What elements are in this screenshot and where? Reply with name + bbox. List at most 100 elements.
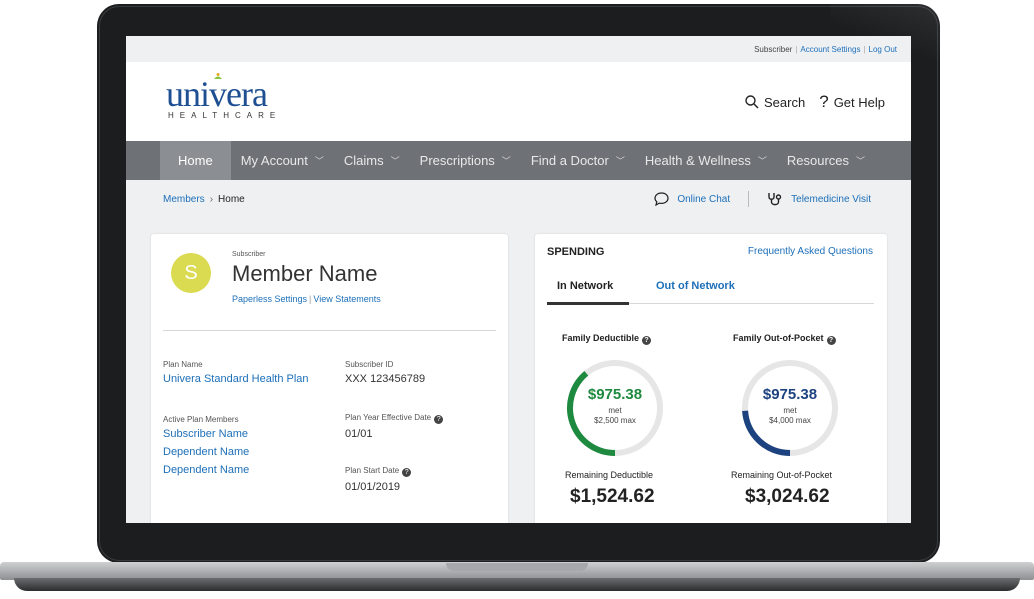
search-button[interactable]: Search <box>745 95 805 110</box>
logo-wordmark: univera <box>166 74 268 114</box>
active-members-label: Active Plan Members <box>163 415 239 424</box>
paperless-settings-link[interactable]: Paperless Settings <box>232 294 307 304</box>
help-icon[interactable]: ? <box>402 468 412 477</box>
start-date-label: Plan Start Date? <box>345 466 412 477</box>
divider <box>748 191 750 207</box>
logo-figure-icon <box>214 73 222 79</box>
oop-met-amount: $975.38 <box>762 386 818 403</box>
chevron-down-icon: ﹀ <box>615 156 625 166</box>
effective-date-value: 01/01 <box>345 428 373 440</box>
breadcrumb-current: Home <box>218 194 245 205</box>
member-card: S Subscriber Member Name Paperless Setti… <box>151 234 508 523</box>
chat-bubble-icon <box>654 192 669 206</box>
nav-resources-label: Resources <box>786 153 850 168</box>
chevron-down-icon: ﹀ <box>757 156 767 166</box>
nav-claims-label: Claims <box>343 153 384 168</box>
nav-home-label: Home <box>178 153 213 168</box>
member-role: Subscriber <box>232 251 266 258</box>
subscriber-id-value: XXX 123456789 <box>345 373 426 385</box>
spending-card: SPENDING Frequently Asked Questions In N… <box>535 234 887 523</box>
remaining-deductible-label: Remaining Deductible <box>565 470 654 480</box>
search-icon <box>745 95 759 109</box>
telemedicine-visit-label: Telemedicine Visit <box>791 193 871 205</box>
effective-date-label: Plan Year Effective Date? <box>345 413 444 424</box>
breadcrumb-members-link[interactable]: Members <box>163 194 205 205</box>
member-links: Paperless Settings | View Statements <box>232 294 381 304</box>
member-link-subscriber[interactable]: Subscriber Name <box>163 428 248 440</box>
plan-name-label: Plan Name <box>163 360 203 369</box>
telemedicine-visit-button[interactable]: Telemedicine Visit <box>767 192 871 207</box>
logo-subtitle: HEALTHCARE <box>168 111 282 120</box>
nav-find-a-doctor-label: Find a Doctor <box>530 153 609 168</box>
chevron-down-icon: ﹀ <box>856 156 866 166</box>
remaining-oop-label: Remaining Out-of-Pocket <box>731 470 833 480</box>
chevron-down-icon: ﹀ <box>314 156 324 166</box>
card-divider <box>163 330 496 331</box>
nav-health-wellness[interactable]: Health & Wellness ﹀ <box>635 141 777 180</box>
chevron-down-icon: ﹀ <box>390 156 400 166</box>
family-deductible-label-text: Family Deductible <box>562 333 640 343</box>
chevron-right-icon: › <box>209 194 214 205</box>
help-icon[interactable]: ? <box>642 336 652 345</box>
laptop-opening-notch <box>446 563 588 571</box>
question-icon: ? <box>819 92 829 111</box>
nav-claims[interactable]: Claims ﹀ <box>334 141 410 180</box>
nav-prescriptions-label: Prescriptions <box>419 153 495 168</box>
deductible-met-amount: $975.38 <box>587 386 643 403</box>
nav-prescriptions[interactable]: Prescriptions ﹀ <box>410 141 521 180</box>
plan-name-link[interactable]: Univera Standard Health Plan <box>163 373 309 385</box>
get-help-button[interactable]: ? Get Help <box>819 92 885 112</box>
online-chat-label: Online Chat <box>677 193 731 205</box>
stethoscope-icon <box>768 192 782 205</box>
deductible-met-word: met <box>608 406 622 415</box>
online-chat-button[interactable]: Online Chat <box>654 192 730 206</box>
nav-find-a-doctor[interactable]: Find a Doctor ﹀ <box>521 141 635 180</box>
main-nav: Home My Account ﹀ Claims ﹀ Prescriptions ﹀ … <box>126 141 911 180</box>
remaining-deductible-value: $1,524.62 <box>570 486 655 507</box>
nav-home[interactable]: Home <box>160 141 231 180</box>
tab-in-network[interactable]: In Network <box>557 280 613 304</box>
help-icon[interactable]: ? <box>826 336 836 345</box>
breadcrumb: Members › Home <box>163 194 245 205</box>
member-link-dependent[interactable]: Dependent Name <box>163 446 249 458</box>
logout-link[interactable]: Log Out <box>869 45 897 54</box>
search-label: Search <box>764 94 806 110</box>
tab-out-of-network[interactable]: Out of Network <box>656 280 735 304</box>
role-label: Subscriber <box>754 45 793 54</box>
spending-title: SPENDING <box>547 246 605 258</box>
subscriber-id-label: Subscriber ID <box>345 360 394 369</box>
help-icon[interactable]: ? <box>434 415 444 424</box>
univera-logo[interactable]: univera HEALTHCARE <box>166 73 282 120</box>
oop-max: $4,000 max <box>769 416 811 425</box>
nav-resources[interactable]: Resources ﹀ <box>777 141 875 180</box>
oop-met-word: met <box>783 406 797 415</box>
chevron-down-icon: ﹀ <box>501 156 511 166</box>
effective-date-label-text: Plan Year Effective Date <box>345 413 432 422</box>
nav-health-wellness-label: Health & Wellness <box>644 153 751 168</box>
sub-bar: Members › Home Online Chat Telemedicine Vi… <box>126 180 911 220</box>
start-date-value: 01/01/2019 <box>345 481 401 493</box>
nav-my-account-label: My Account <box>240 153 308 168</box>
avatar: S <box>171 253 211 293</box>
view-statements-link[interactable]: View Statements <box>313 294 380 304</box>
browser-screen: Subscriber | Account Settings | Log Out univ… <box>126 36 911 523</box>
start-date-label-text: Plan Start Date <box>345 466 400 475</box>
faq-link[interactable]: Frequently Asked Questions <box>748 246 873 257</box>
nav-my-account[interactable]: My Account ﹀ <box>231 141 334 180</box>
utility-bar: Subscriber | Account Settings | Log Out <box>126 36 911 62</box>
laptop-base-underside <box>14 578 1020 591</box>
account-settings-link[interactable]: Account Settings <box>800 45 860 54</box>
family-oop-label: Family Out-of-Pocket? <box>733 333 836 345</box>
family-deductible-label: Family Deductible? <box>562 333 652 345</box>
deductible-max: $2,500 max <box>594 416 636 425</box>
get-help-label: Get Help <box>833 94 885 110</box>
member-link-dependent[interactable]: Dependent Name <box>163 464 249 476</box>
network-tabs: In Network Out of Network <box>547 280 874 305</box>
site-header: univera HEALTHCARE Search ? Get Help <box>126 62 911 141</box>
family-oop-label-text: Family Out-of-Pocket <box>733 333 824 343</box>
member-name: Member Name <box>232 261 378 286</box>
deductible-gauge: $975.38 met $2,500 max <box>563 356 667 460</box>
active-tab-indicator <box>547 302 629 305</box>
remaining-oop-value: $3,024.62 <box>745 486 830 507</box>
oop-gauge: $975.38 met $4,000 max <box>738 356 842 460</box>
